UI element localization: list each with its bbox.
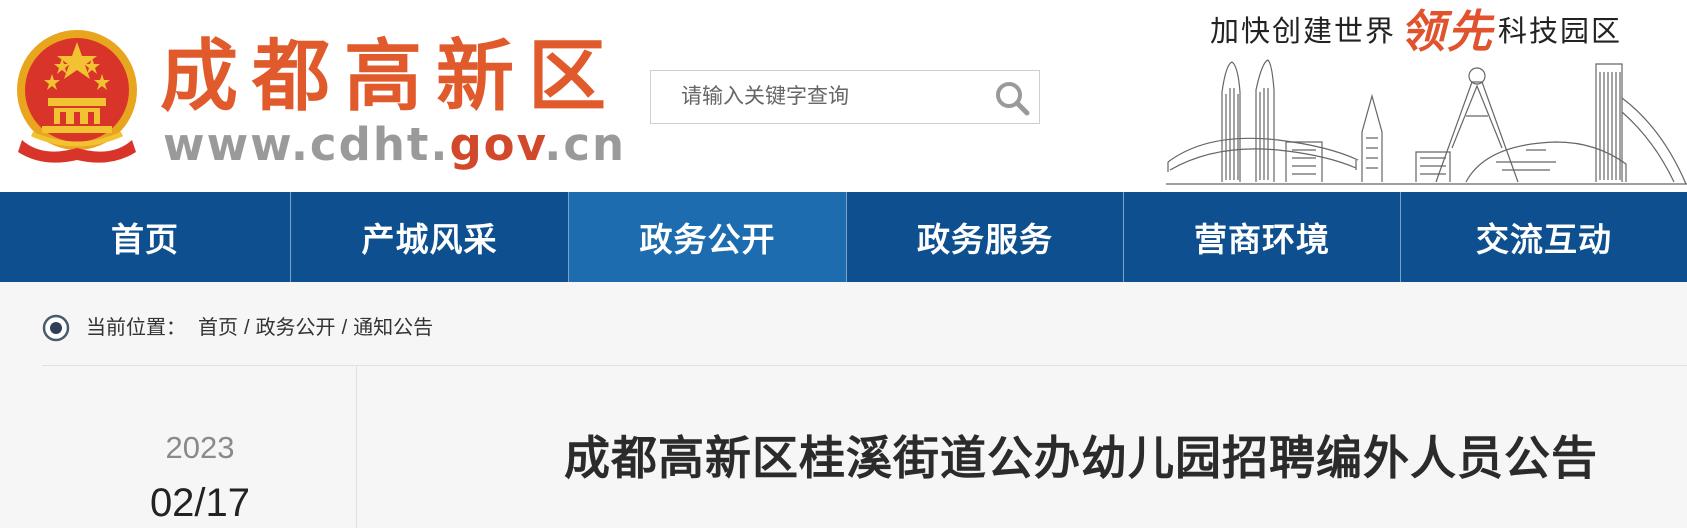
breadcrumb-label: 当前位置： — [86, 317, 186, 339]
location-dot-icon — [42, 314, 70, 342]
nav-item-business-environment[interactable]: 营商环境 — [1124, 192, 1401, 282]
nav-item-city-style[interactable]: 产城风采 — [291, 192, 569, 282]
site-url-accent: gov — [449, 118, 545, 171]
slogan: 加快创建世界领先 科技园区 — [1210, 6, 1622, 58]
breadcrumb-home[interactable]: 首页 — [198, 317, 238, 339]
divider — [42, 365, 1687, 366]
site-name[interactable]: 成都高新区 — [160, 38, 620, 116]
national-emblem-icon[interactable] — [12, 28, 142, 166]
search-input[interactable] — [651, 71, 981, 123]
slogan-before: 加快创建世界 — [1210, 16, 1397, 48]
search-icon[interactable] — [991, 77, 1033, 119]
main-nav: 首页 产城风采 政务公开 政务服务 营商环境 交流互动 — [0, 192, 1687, 282]
search-box — [650, 70, 1040, 124]
breadcrumb: 当前位置： 首页 / 政务公开 / 通知公告 — [86, 312, 433, 344]
city-skyline-illustration — [1166, 59, 1687, 185]
slogan-after: 科技园区 — [1498, 16, 1623, 48]
nav-item-interaction[interactable]: 交流互动 — [1401, 192, 1687, 282]
site-url[interactable]: www.cdht.gov.cn — [163, 122, 626, 167]
content-area: 当前位置： 首页 / 政务公开 / 通知公告 2023 02/17 成都高新区桂溪街道公办… — [0, 282, 1687, 528]
nav-item-gov-affairs-open[interactable]: 政务公开 — [569, 192, 847, 282]
breadcrumb-separator: / — [341, 317, 348, 339]
publish-date: 02/17 — [149, 481, 251, 525]
site-header: 成都高新区 www.cdht.gov.cn 加快创建世界领先科技园区 — [0, 0, 1687, 192]
slogan-highlight: 领先 — [1400, 5, 1495, 58]
date-column-divider — [356, 366, 357, 528]
breadcrumb-notices[interactable]: 通知公告 — [353, 317, 433, 339]
site-url-suffix: .cn — [544, 118, 627, 171]
nav-item-home[interactable]: 首页 — [0, 192, 291, 282]
site-url-prefix: www.cdht. — [163, 118, 450, 171]
publish-year: 2023 — [165, 430, 235, 465]
article-title: 成都高新区桂溪街道公办幼儿园招聘编外人员公告 — [564, 432, 1598, 484]
breadcrumb-separator: / — [244, 317, 250, 339]
nav-item-gov-services[interactable]: 政务服务 — [847, 192, 1124, 282]
breadcrumb-gov-affairs-open[interactable]: 政务公开 — [256, 317, 336, 339]
